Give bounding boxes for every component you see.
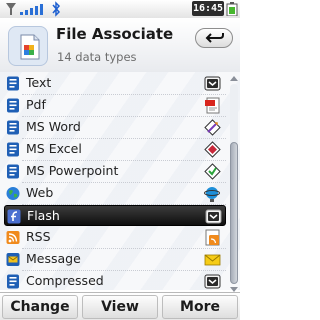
list-item-ms-powerpoint[interactable]: MS Powerpoint — [4, 161, 226, 182]
list-item-label: Text — [26, 75, 52, 90]
bluetooth-icon — [52, 1, 61, 17]
pdf-reader-icon — [205, 97, 220, 114]
text-document-icon — [7, 164, 19, 179]
scrollbar-thumb[interactable] — [230, 142, 238, 284]
text-document-icon — [7, 142, 19, 157]
flash-player-icon — [205, 209, 222, 224]
text-viewer-icon — [204, 76, 221, 91]
page-subtitle: 14 data types — [57, 50, 137, 64]
list-item-label: MS Excel — [26, 141, 82, 156]
list-item-ms-word[interactable]: MS Word — [4, 117, 226, 138]
list-item-ms-excel[interactable]: MS Excel — [4, 139, 226, 160]
flash-icon — [7, 209, 21, 224]
list-item-label: MS Powerpoint — [26, 163, 119, 178]
header: File Associate 14 data types — [0, 18, 240, 74]
list-item-message[interactable]: Message — [4, 249, 226, 270]
archive-viewer-icon — [204, 274, 221, 289]
data-type-list: Text Pdf MS Word MS Excel MS Powerpoint … — [0, 72, 240, 290]
office-doc-icon — [204, 119, 221, 136]
list-item-rss[interactable]: RSS — [4, 227, 226, 248]
change-button[interactable]: Change — [2, 295, 78, 319]
rss-reader-icon — [205, 229, 220, 246]
list-item-text[interactable]: Text — [4, 73, 226, 94]
browser-icon — [204, 187, 220, 202]
envelope-icon — [6, 253, 20, 266]
status-bar: 16:45 — [0, 0, 240, 18]
list-item-web[interactable]: Web — [4, 183, 226, 204]
page-title: File Associate — [56, 25, 174, 43]
list-item-label: Web — [26, 185, 54, 200]
list-item-label: Flash — [27, 208, 60, 223]
softkey-bar: Change View More — [0, 292, 240, 320]
list-item-label: Message — [26, 251, 81, 266]
list-item-label: Compressed — [26, 273, 104, 288]
more-button[interactable]: More — [162, 295, 238, 319]
office-slides-icon — [204, 163, 221, 180]
mail-icon — [204, 254, 221, 266]
text-document-icon — [7, 76, 19, 91]
list-item-compressed[interactable]: Compressed — [4, 271, 226, 292]
return-arrow-icon — [205, 33, 224, 43]
file-associate-app-icon — [8, 26, 48, 66]
scroll-up-arrow-icon[interactable] — [229, 74, 239, 82]
signal-bars-icon — [20, 4, 43, 15]
back-button[interactable] — [195, 28, 233, 48]
text-document-icon — [7, 274, 19, 289]
battery-icon — [226, 2, 238, 16]
office-sheet-icon — [204, 141, 221, 158]
list-item-label: RSS — [26, 229, 51, 244]
list-item-pdf[interactable]: Pdf — [4, 95, 226, 116]
text-document-icon — [7, 98, 19, 113]
rss-icon — [6, 231, 20, 244]
clock: 16:45 — [192, 1, 224, 16]
list-item-flash[interactable]: Flash — [4, 205, 226, 226]
view-button[interactable]: View — [82, 295, 158, 319]
globe-icon — [6, 187, 20, 200]
text-document-icon — [7, 120, 19, 135]
signal-strength-icon — [6, 3, 16, 15]
list-item-label: MS Word — [26, 119, 81, 134]
list-item-label: Pdf — [26, 97, 46, 112]
